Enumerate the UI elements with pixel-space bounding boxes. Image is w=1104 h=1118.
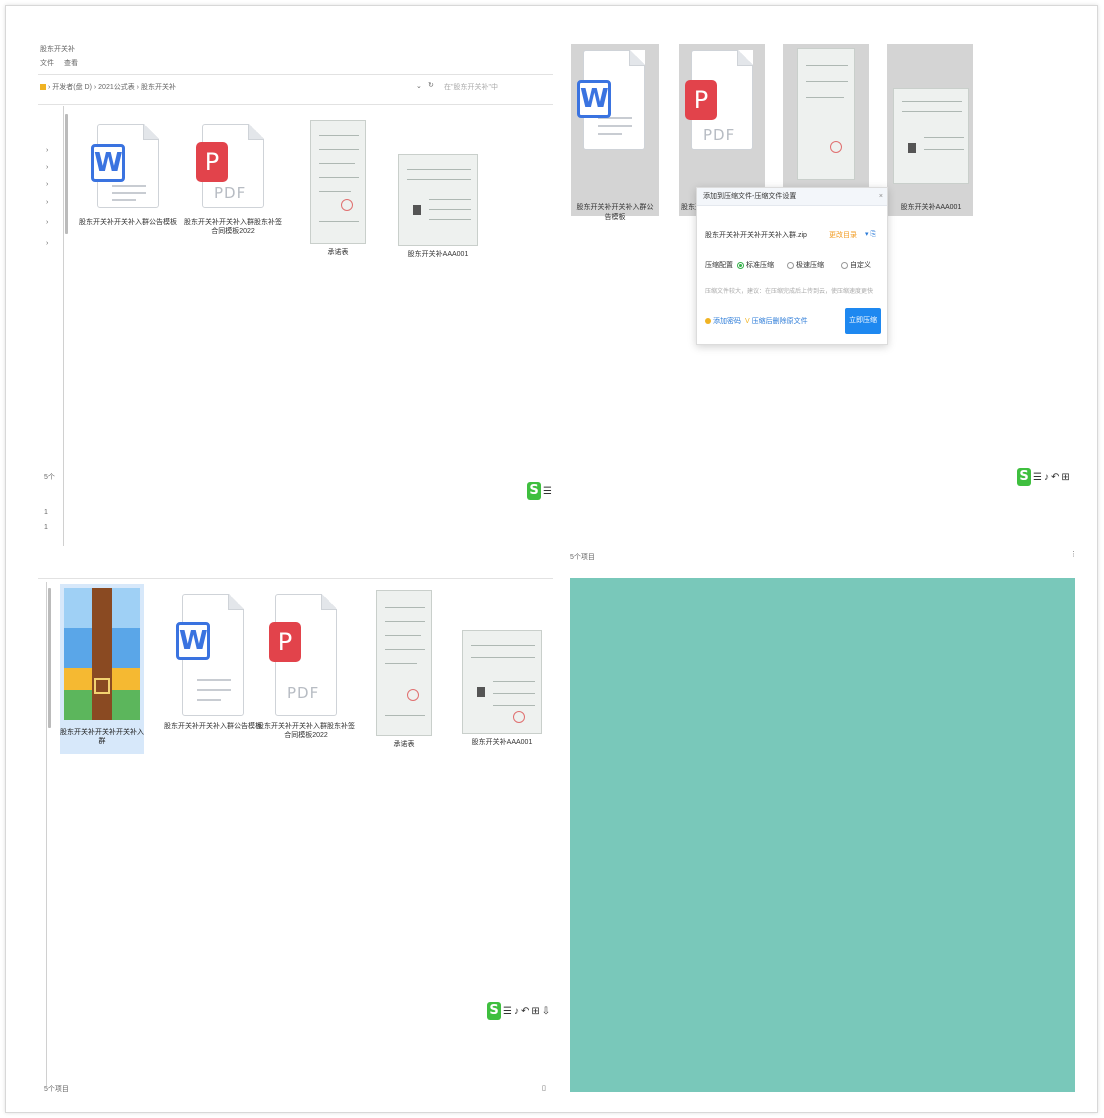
- add-password-link[interactable]: 添加密码: [705, 316, 741, 326]
- music-icon[interactable]: ♪: [1044, 472, 1049, 483]
- scan-thumbnail: [310, 120, 366, 244]
- file-item-word[interactable]: W 股东开关补开关补入群公告模板: [163, 592, 263, 731]
- file-label: 股东开关补AAA001: [407, 251, 469, 258]
- file-label: 股东开关补AAA001: [900, 204, 962, 211]
- file-label: 股东开关补开关补入群公告模板: [164, 723, 262, 730]
- archive-icon: [62, 584, 142, 724]
- collage-frame: 股东开关补 文件 查看 › 开发者(盘 D) › 2021公式表 › 股东开关补…: [5, 5, 1098, 1113]
- option-fast[interactable]: 极速压缩: [787, 260, 824, 270]
- compress-dialog: 添加到压缩文件-压缩文件设置 × 股东开关补开关补开关补入群.zip 更改目录 …: [696, 187, 888, 345]
- word-doc-icon: W: [91, 124, 159, 214]
- app-tray: S ☰: [527, 482, 552, 500]
- dialog-tip: 压缩文件较大，建议：在压缩完成后上传到云，使压缩速度更快: [705, 289, 874, 295]
- app-logo-icon[interactable]: S: [487, 1002, 501, 1020]
- menu-icon[interactable]: ☰: [503, 1006, 512, 1017]
- search-input[interactable]: 在"股东开关补"中: [444, 82, 498, 92]
- file-item-scan[interactable]: 承诺表: [354, 590, 454, 749]
- app-logo-icon[interactable]: S: [1017, 468, 1031, 486]
- file-label: 股东开关补开关补入群股东补签合同模板2022: [184, 219, 282, 235]
- delete-source-link[interactable]: V 压缩后删除原文件: [745, 316, 808, 326]
- file-label: 股东开关补AAA001: [471, 739, 533, 746]
- format-label: 压缩配置: [705, 262, 733, 269]
- file-item-pdf[interactable]: P PDF 股东开关补开关补入群股东补签合同模板2022: [256, 592, 356, 740]
- view-toggle-icon[interactable]: ▯: [542, 1084, 546, 1092]
- menu-icon[interactable]: ☰: [1033, 472, 1042, 483]
- app-tray: S ☰ ♪ ↶ ⊞ ⇩: [487, 1002, 550, 1020]
- scan-thumbnail: [893, 88, 969, 184]
- file-label: 承诺表: [327, 249, 349, 256]
- undo-icon[interactable]: ↶: [1051, 472, 1059, 483]
- file-label: 股东开关补开关补入群公告模板: [576, 204, 654, 221]
- window-title: 5个项目: [570, 554, 595, 561]
- option-custom[interactable]: 自定义: [841, 260, 871, 270]
- download-icon[interactable]: ⇩: [542, 1006, 550, 1017]
- pdf-doc-icon: P PDF: [269, 592, 337, 718]
- folder-icon: [40, 84, 46, 90]
- preview-window-bottom-right: 5个项目 ⋮: [566, 546, 1081, 1098]
- explorer-window-top-right: W 股东开关补开关补入群公告模板 P PDF 股东开关补AAA001 添加到压缩…: [571, 44, 1081, 504]
- file-label: 承诺表: [393, 741, 415, 748]
- word-doc-icon: W: [577, 50, 645, 150]
- scrollbar[interactable]: [48, 588, 51, 728]
- chevron-down-icon[interactable]: ▾ ⎘: [865, 230, 876, 239]
- window-title: 股东开关补: [40, 46, 75, 53]
- teal-preview-area: [570, 578, 1075, 1092]
- scrollbar[interactable]: [65, 114, 68, 234]
- grid-icon[interactable]: ⊞: [1061, 472, 1069, 483]
- menu-file[interactable]: 文件: [40, 58, 54, 68]
- file-item-archive[interactable]: 股东开关补开关补开关补入群: [60, 584, 144, 754]
- scan-thumbnail: [398, 154, 478, 246]
- scan-thumbnail: [797, 48, 855, 180]
- menu-icon[interactable]: ☰: [543, 486, 552, 497]
- undo-icon[interactable]: ↶: [521, 1006, 529, 1017]
- option-standard[interactable]: 标准压缩: [737, 260, 774, 270]
- change-dir-link[interactable]: 更改目录: [829, 230, 857, 240]
- file-label: 股东开关补开关补入群公告模板: [79, 219, 177, 226]
- file-label: 股东开关补开关补入群股东补签合同模板2022: [257, 723, 355, 739]
- pdf-doc-icon: P PDF: [196, 124, 264, 214]
- app-tray: S ☰ ♪ ↶ ⊞: [1017, 468, 1070, 486]
- file-label: 股东开关补开关补开关补入群: [60, 729, 144, 745]
- grid-icon[interactable]: ⊞: [531, 1006, 539, 1017]
- music-icon[interactable]: ♪: [514, 1006, 519, 1017]
- refresh-icon[interactable]: ↻: [428, 81, 434, 89]
- explorer-window-top-left: 股东开关补 文件 查看 › 开发者(盘 D) › 2021公式表 › 股东开关补…: [38, 44, 553, 546]
- archive-filename-field[interactable]: 股东开关补开关补开关补入群.zip: [705, 230, 807, 240]
- chevron-down-icon[interactable]: ⌄: [416, 82, 422, 90]
- file-item-scan-wide[interactable]: 股东开关补AAA001: [887, 44, 973, 216]
- menu-bar: 文件 查看: [40, 58, 78, 68]
- file-item-word[interactable]: W 股东开关补开关补入群公告模板: [571, 44, 659, 221]
- scan-thumbnail: [376, 590, 432, 736]
- dialog-title: 添加到压缩文件-压缩文件设置 ×: [697, 188, 887, 206]
- file-item-scan-wide[interactable]: 股东开关补AAA001: [388, 154, 488, 259]
- breadcrumb[interactable]: › 开发者(盘 D) › 2021公式表 › 股东开关补: [48, 82, 176, 92]
- compress-now-button[interactable]: 立即压缩: [845, 308, 881, 334]
- more-icon[interactable]: ⋮: [1070, 550, 1077, 558]
- file-item-scan-wide[interactable]: 股东开关补AAA001: [452, 630, 552, 747]
- file-item-scan[interactable]: 承诺表: [288, 120, 388, 257]
- status-count: 5个项目: [44, 1086, 69, 1093]
- menu-view[interactable]: 查看: [64, 58, 78, 68]
- file-item-pdf[interactable]: P PDF 股东开关补开关补入群股东补签合同模板2022: [183, 124, 283, 236]
- status-count: 5个: [44, 474, 55, 481]
- app-logo-icon[interactable]: S: [527, 482, 541, 500]
- close-icon[interactable]: ×: [879, 188, 883, 206]
- file-item-word[interactable]: W 股东开关补开关补入群公告模板: [78, 124, 178, 227]
- scan-thumbnail: [462, 630, 542, 734]
- word-doc-icon: W: [176, 592, 244, 718]
- explorer-window-bottom-left: 股东开关补开关补开关补入群 W 股东开关补开关补入群公告模板 P PDF 股东开…: [38, 578, 553, 1098]
- pdf-doc-icon: P PDF: [685, 50, 753, 150]
